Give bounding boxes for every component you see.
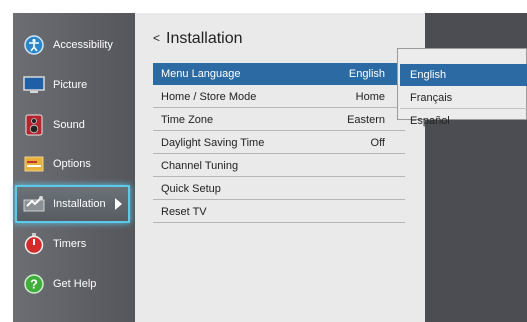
- installation-panel: < Installation Menu Language English Home…: [135, 13, 425, 322]
- page-title: < Installation: [153, 30, 243, 48]
- row-label: Home / Store Mode: [161, 91, 257, 103]
- row-value: English: [348, 68, 385, 80]
- row-label: Menu Language: [161, 68, 241, 80]
- back-icon[interactable]: <: [153, 31, 160, 45]
- row-label: Daylight Saving Time: [161, 137, 265, 149]
- timers-icon: [23, 233, 45, 255]
- installation-icon: [23, 193, 45, 215]
- picture-icon: [23, 74, 45, 96]
- sidebar-item-label: Picture: [53, 79, 88, 91]
- language-option-english[interactable]: English: [400, 64, 527, 86]
- language-option-espanol[interactable]: Español: [400, 110, 527, 127]
- submenu-arrow-icon: [115, 198, 122, 210]
- row-value: Home: [355, 91, 385, 103]
- row-label: Time Zone: [161, 114, 214, 126]
- sidebar-item-label: Sound: [53, 119, 85, 131]
- options-icon: [23, 153, 45, 175]
- sidebar-item-label: Installation: [53, 198, 106, 210]
- menu-row-channel-tuning[interactable]: Channel Tuning: [153, 155, 405, 177]
- sidebar-item-options[interactable]: Options: [13, 144, 135, 184]
- sidebar-item-label: Get Help: [53, 278, 97, 290]
- row-label: Channel Tuning: [161, 160, 239, 172]
- sidebar-item-timers[interactable]: Timers: [13, 224, 135, 264]
- sound-icon: [23, 114, 45, 136]
- sidebar-item-picture[interactable]: Picture: [13, 65, 135, 105]
- menu-row-time-zone[interactable]: Time Zone Eastern: [153, 109, 405, 131]
- row-value: Off: [370, 137, 385, 149]
- sidebar-item-installation[interactable]: Installation: [15, 185, 130, 223]
- sidebar-item-sound[interactable]: Sound: [13, 105, 135, 145]
- language-dropdown: English Français Español: [397, 48, 527, 127]
- sidebar-item-get-help[interactable]: ? Get Help: [13, 264, 135, 304]
- row-value: Eastern: [347, 114, 385, 126]
- menu-row-home-store-mode[interactable]: Home / Store Mode Home: [153, 86, 405, 108]
- help-icon: ?: [23, 273, 45, 295]
- language-option-francais[interactable]: Français: [400, 87, 527, 109]
- sidebar-item-accessibility[interactable]: Accessibility: [13, 25, 135, 65]
- menu-row-reset-tv[interactable]: Reset TV: [153, 201, 405, 223]
- menu-row-quick-setup[interactable]: Quick Setup: [153, 178, 405, 200]
- row-label: Reset TV: [161, 206, 207, 218]
- row-label: Quick Setup: [161, 183, 221, 195]
- option-label: Français: [410, 92, 453, 104]
- sidebar-item-label: Timers: [53, 238, 87, 250]
- menu-row-daylight-saving-time[interactable]: Daylight Saving Time Off: [153, 132, 405, 154]
- sidebar-item-label: Accessibility: [53, 39, 113, 51]
- main-menu-sidebar: Accessibility Picture Sound Options Inst: [13, 13, 135, 322]
- option-label: English: [410, 69, 447, 81]
- option-label: Español: [410, 115, 450, 127]
- sidebar-item-label: Options: [53, 158, 91, 170]
- menu-row-menu-language[interactable]: Menu Language English: [153, 63, 405, 85]
- accessibility-icon: [23, 34, 45, 56]
- svg-text:?: ?: [30, 277, 38, 292]
- page-title-text: Installation: [166, 30, 243, 47]
